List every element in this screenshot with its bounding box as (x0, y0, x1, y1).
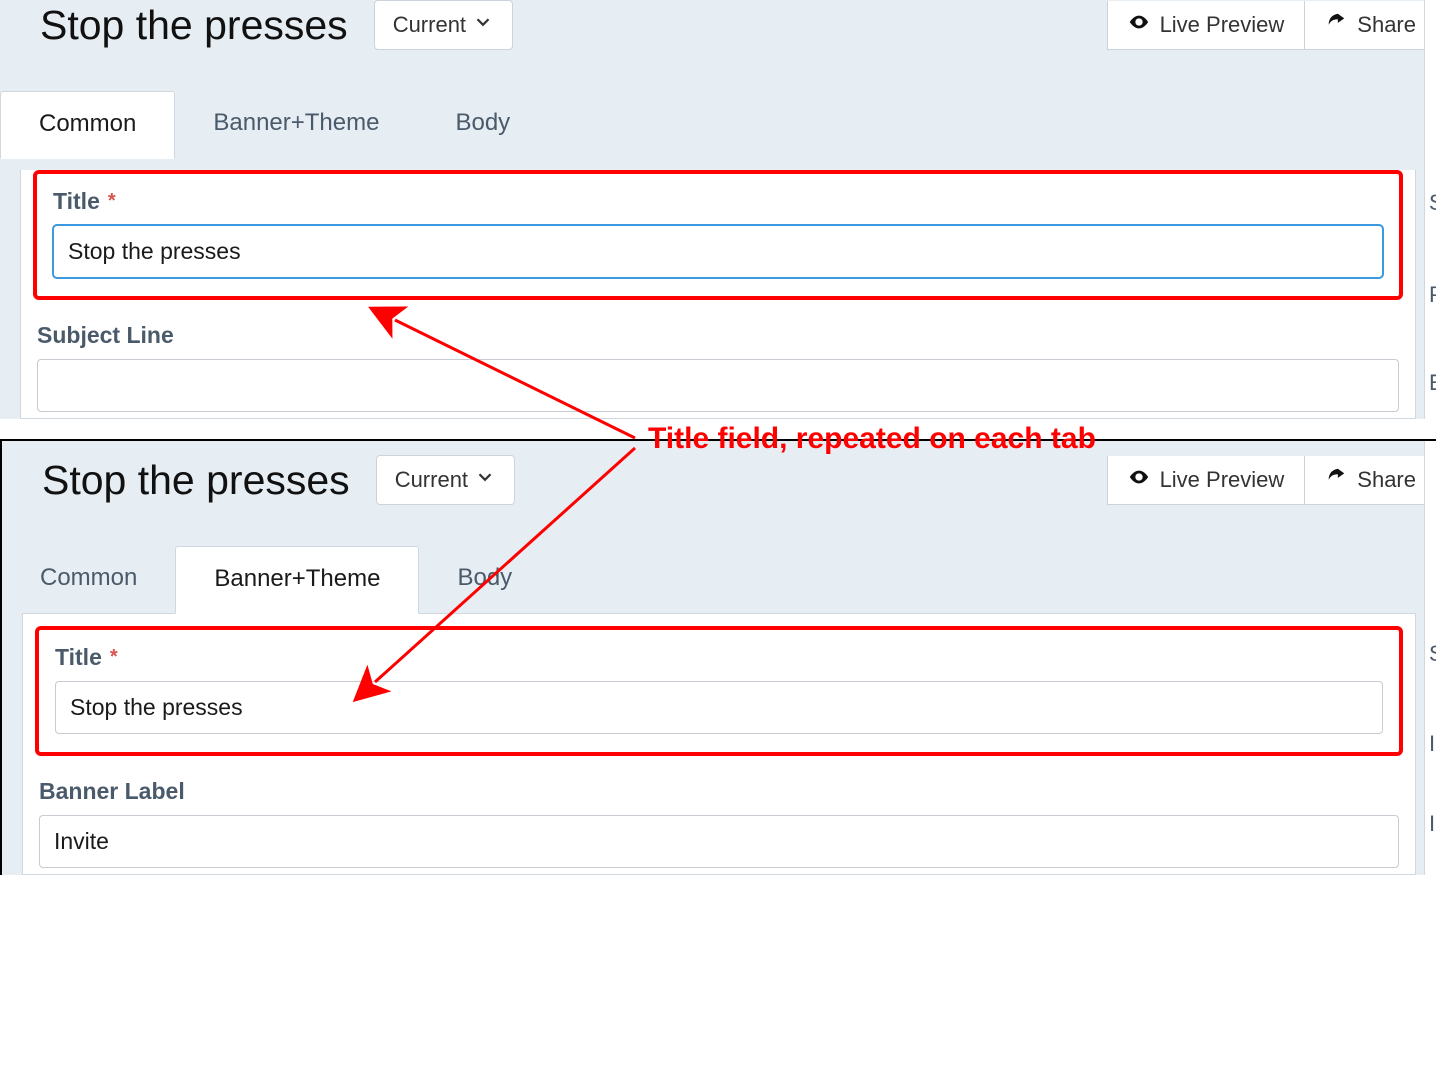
title-label-text: Title (53, 188, 100, 215)
share-button[interactable]: Share (1304, 456, 1436, 505)
header-actions: Live Preview Share (1107, 456, 1436, 505)
editor-panel-common: Stop the presses Current Live Preview (0, 0, 1436, 419)
tab-content-banner: Title * Banner Label (22, 613, 1416, 875)
right-sidebar-sliver: S P E E (1424, 0, 1436, 419)
version-dropdown[interactable]: Current (376, 455, 515, 505)
tab-banner-theme[interactable]: Banner+Theme (175, 91, 417, 158)
version-label: Current (393, 12, 466, 38)
tab-content-common: Title * Subject Line (20, 170, 1416, 419)
title-label: Title * (55, 644, 1383, 671)
tab-body[interactable]: Body (417, 91, 548, 158)
annotation-highlight-box: Title * (33, 170, 1403, 300)
share-label: Share (1357, 467, 1416, 493)
live-preview-label: Live Preview (1160, 12, 1285, 38)
tab-body[interactable]: Body (419, 546, 550, 613)
field-banner-label: Banner Label (23, 768, 1415, 874)
version-label: Current (395, 467, 468, 493)
subject-line-input[interactable] (37, 359, 1399, 412)
share-label: Share (1357, 12, 1416, 38)
tab-bar: Common Banner+Theme Body (0, 90, 1436, 158)
page-title: Stop the presses (42, 457, 350, 504)
banner-label-input[interactable] (39, 815, 1399, 868)
tab-common[interactable]: Common (0, 91, 175, 159)
share-arrow-icon (1325, 11, 1347, 39)
field-subject-line: Subject Line (21, 312, 1415, 418)
header-actions: Live Preview Share (1107, 1, 1436, 50)
page-header: Stop the presses Current Live Preview (2, 441, 1436, 515)
annotation-highlight-box: Title * (35, 626, 1403, 756)
page-title: Stop the presses (40, 2, 348, 49)
title-label: Title * (53, 188, 1383, 215)
title-input[interactable] (55, 681, 1383, 734)
required-asterisk-icon: * (108, 190, 116, 213)
share-arrow-icon (1325, 466, 1347, 494)
right-sidebar-sliver: S I I (1424, 441, 1436, 875)
eye-icon (1128, 11, 1150, 39)
field-title: Title * (49, 188, 1387, 278)
share-button[interactable]: Share (1304, 1, 1436, 50)
live-preview-button[interactable]: Live Preview (1107, 1, 1305, 50)
page-header: Stop the presses Current Live Preview (0, 0, 1436, 60)
tab-common[interactable]: Common (2, 546, 175, 613)
field-title: Title * (51, 644, 1387, 734)
live-preview-label: Live Preview (1160, 467, 1285, 493)
banner-label-label: Banner Label (39, 778, 1399, 805)
tab-bar: Common Banner+Theme Body (2, 545, 1436, 613)
chevron-down-icon (472, 11, 494, 39)
required-asterisk-icon: * (110, 646, 118, 669)
live-preview-button[interactable]: Live Preview (1107, 456, 1305, 505)
title-label-text: Title (55, 644, 102, 671)
tab-banner-theme[interactable]: Banner+Theme (175, 546, 419, 614)
chevron-down-icon (474, 466, 496, 494)
editor-panel-banner: Stop the presses Current Live Preview (0, 439, 1436, 875)
title-input[interactable] (53, 225, 1383, 278)
version-dropdown[interactable]: Current (374, 0, 513, 50)
eye-icon (1128, 466, 1150, 494)
subject-line-label: Subject Line (37, 322, 1399, 349)
